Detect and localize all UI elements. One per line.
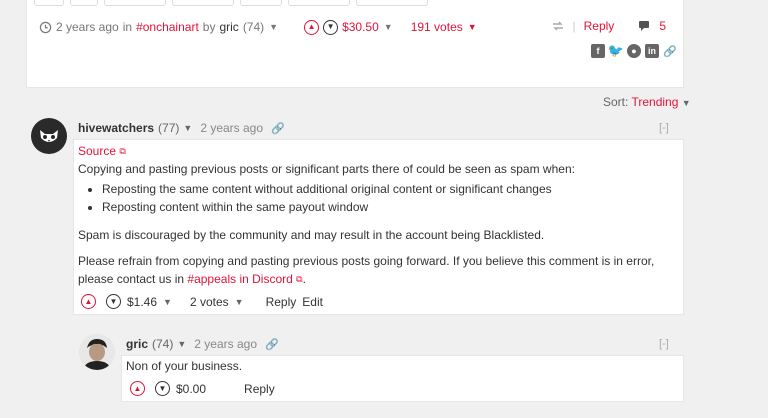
comment-bullet-list: Reposting the same content without addit… (78, 180, 678, 216)
post-by-word: by (202, 20, 216, 34)
downvote-button[interactable]: ▼ (323, 19, 339, 35)
upvote-button[interactable]: ▲ (130, 381, 145, 396)
comment-count[interactable]: 5 (659, 19, 666, 33)
payout-chevron-down-icon[interactable]: ▼ (384, 22, 393, 32)
comment-body: Non of your business. (126, 359, 243, 373)
comment-time[interactable]: 2 years ago (194, 337, 257, 351)
votes-chevron-down-icon[interactable]: ▼ (235, 297, 244, 307)
comment-header: gric (74) ▼ 2 years ago 🔗 (126, 337, 279, 351)
comment-author[interactable]: gric (126, 337, 148, 351)
tag-pill[interactable] (288, 0, 350, 6)
comment-footer: ▲ ▼ $1.46 ▼ 2 votes ▼ Reply Edit (81, 294, 323, 309)
author-menu-chevron-down-icon[interactable]: ▼ (269, 22, 278, 32)
reply-button[interactable]: Reply (244, 382, 275, 396)
reply-button[interactable]: Reply (266, 295, 297, 309)
comment-payout[interactable]: $1.46 (127, 295, 157, 309)
tag-pill[interactable] (240, 0, 282, 6)
copy-link-icon[interactable]: 🔗 (663, 45, 677, 58)
sort-chevron-down-icon[interactable]: ▼ (682, 98, 691, 108)
comment-author-rep: (74) (152, 337, 174, 351)
tag-pill[interactable] (104, 0, 166, 6)
user-photo-icon (79, 334, 115, 370)
post-meta: 2 years ago in #onchainart by gric (74) … (39, 19, 477, 35)
comment-payout[interactable]: $0.00 (176, 382, 206, 396)
tag-list (34, 0, 428, 6)
avatar[interactable] (79, 334, 115, 370)
reblog-icon[interactable] (551, 20, 565, 32)
comment-body: Source ⧉ Copying and pasting previous po… (78, 142, 678, 288)
twitter-icon[interactable]: 🐦 (608, 43, 624, 58)
clock-icon (39, 21, 52, 33)
post-actions: | Reply 5 (551, 19, 666, 33)
tag-pill[interactable] (356, 0, 428, 6)
post-votes[interactable]: 191 votes (411, 20, 463, 34)
list-item: Reposting content within the same payout… (102, 198, 678, 216)
collapse-toggle[interactable]: [-] (659, 122, 669, 134)
upvote-button[interactable]: ▲ (81, 294, 96, 309)
avatar[interactable] (31, 118, 67, 154)
discord-link[interactable]: #appeals in Discord ⧉ (187, 272, 302, 286)
downvote-button[interactable]: ▼ (106, 294, 121, 309)
owl-logo-icon (40, 130, 58, 142)
comments-icon[interactable] (638, 20, 651, 32)
share-bar: f 🐦 ● in 🔗 (591, 43, 677, 58)
comment-intro: Copying and pasting previous posts or si… (78, 162, 575, 176)
tag-pill[interactable] (34, 0, 64, 6)
source-link[interactable]: Source ⧉ (78, 144, 126, 158)
author-menu-chevron-down-icon[interactable]: ▼ (177, 339, 186, 349)
sort-control[interactable]: Sort: Trending ▼ (603, 95, 691, 109)
author-menu-chevron-down-icon[interactable]: ▼ (183, 123, 192, 133)
upvote-button[interactable]: ▲ (304, 19, 320, 35)
downvote-button[interactable]: ▼ (155, 381, 170, 396)
post-card (26, 0, 684, 88)
votes-chevron-down-icon[interactable]: ▼ (468, 22, 477, 32)
tag-pill[interactable] (70, 0, 98, 6)
facebook-icon[interactable]: f (591, 44, 605, 58)
linkedin-icon[interactable]: in (645, 44, 659, 58)
post-payout[interactable]: $30.50 (342, 20, 379, 34)
list-item: Reposting the same content without addit… (102, 180, 678, 198)
comment-footer: ▲ ▼ $0.00 Reply (130, 381, 275, 396)
post-in-word: in (122, 20, 133, 34)
permalink-icon[interactable]: 🔗 (265, 338, 279, 351)
comment-paragraph: Please refrain from copying and pasting … (78, 254, 655, 286)
sort-label: Sort: (603, 95, 629, 109)
comment-author[interactable]: hivewatchers (78, 121, 154, 135)
comment-author-rep: (77) (158, 121, 180, 135)
comment-paragraph: Spam is discouraged by the community and… (78, 228, 545, 242)
post-time: 2 years ago (56, 20, 119, 34)
comment-header: hivewatchers (77) ▼ 2 years ago 🔗 (78, 121, 285, 135)
collapse-toggle[interactable]: [-] (659, 338, 669, 350)
edit-button[interactable]: Edit (302, 295, 323, 309)
comment-votes[interactable]: 2 votes (190, 295, 229, 309)
post-author[interactable]: gric (219, 20, 238, 34)
permalink-icon[interactable]: 🔗 (271, 122, 285, 135)
reddit-icon[interactable]: ● (627, 44, 641, 58)
tag-pill[interactable] (172, 0, 234, 6)
external-link-icon: ⧉ (119, 146, 126, 156)
post-author-rep: (74) (242, 20, 265, 34)
post-reply-link[interactable]: Reply (584, 19, 615, 33)
comment-time[interactable]: 2 years ago (200, 121, 263, 135)
post-tag-link[interactable]: #onchainart (136, 20, 199, 34)
sort-value[interactable]: Trending (631, 95, 678, 109)
payout-chevron-down-icon[interactable]: ▼ (163, 297, 172, 307)
